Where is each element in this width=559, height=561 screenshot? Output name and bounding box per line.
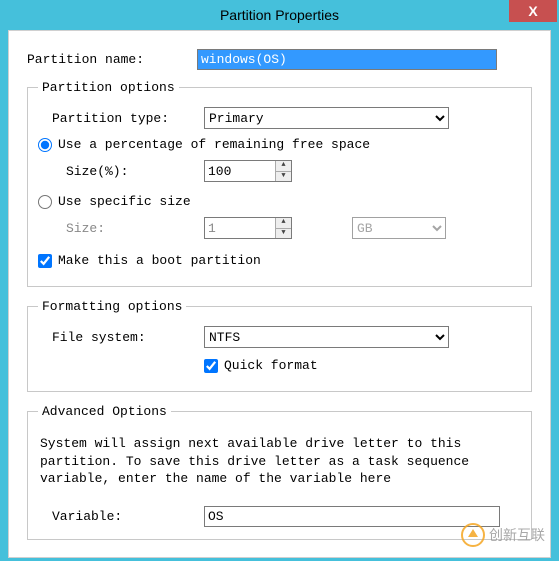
spinner-up-icon[interactable]: ▲	[276, 161, 291, 172]
size-input	[205, 218, 275, 238]
boot-partition-label: Make this a boot partition	[58, 253, 261, 268]
use-specific-size-label: Use specific size	[58, 194, 191, 209]
advanced-help-text: System will assign next available drive …	[40, 435, 519, 488]
size-percent-input[interactable]	[205, 161, 275, 181]
size-percent-label: Size(%):	[66, 164, 204, 179]
advanced-options-legend: Advanced Options	[38, 404, 171, 419]
partition-type-label: Partition type:	[52, 111, 204, 126]
use-specific-size-radio[interactable]	[38, 195, 52, 209]
quick-format-checkbox[interactable]	[204, 359, 218, 373]
boot-partition-checkbox[interactable]	[38, 254, 52, 268]
size-spinner: ▲ ▼	[204, 217, 292, 239]
window-title: Partition Properties	[220, 7, 339, 23]
partition-type-select[interactable]: Primary	[204, 107, 449, 129]
advanced-options-group: Advanced Options System will assign next…	[27, 404, 532, 540]
variable-label: Variable:	[52, 509, 204, 524]
spinner-down-icon: ▼	[276, 229, 291, 239]
formatting-options-group: Formatting options File system: NTFS Qui…	[27, 299, 532, 392]
partition-options-group: Partition options Partition type: Primar…	[27, 80, 532, 287]
file-system-select[interactable]: NTFS	[204, 326, 449, 348]
partition-name-label: Partition name:	[27, 52, 197, 67]
file-system-label: File system:	[52, 330, 204, 345]
partition-options-legend: Partition options	[38, 80, 179, 95]
formatting-options-legend: Formatting options	[38, 299, 186, 314]
partition-name-input[interactable]	[197, 49, 497, 70]
size-label: Size:	[66, 221, 204, 236]
window-body: Partition name: Partition options Partit…	[8, 30, 551, 558]
size-unit-select: GB	[352, 217, 446, 239]
titlebar: Partition Properties X	[0, 0, 559, 30]
close-button[interactable]: X	[509, 0, 557, 22]
use-percentage-label: Use a percentage of remaining free space	[58, 137, 370, 152]
variable-input[interactable]	[204, 506, 500, 527]
spinner-up-icon: ▲	[276, 218, 291, 229]
spinner-down-icon[interactable]: ▼	[276, 172, 291, 182]
quick-format-label: Quick format	[224, 358, 318, 373]
size-percent-spinner[interactable]: ▲ ▼	[204, 160, 292, 182]
close-icon: X	[528, 3, 537, 19]
use-percentage-radio[interactable]	[38, 138, 52, 152]
